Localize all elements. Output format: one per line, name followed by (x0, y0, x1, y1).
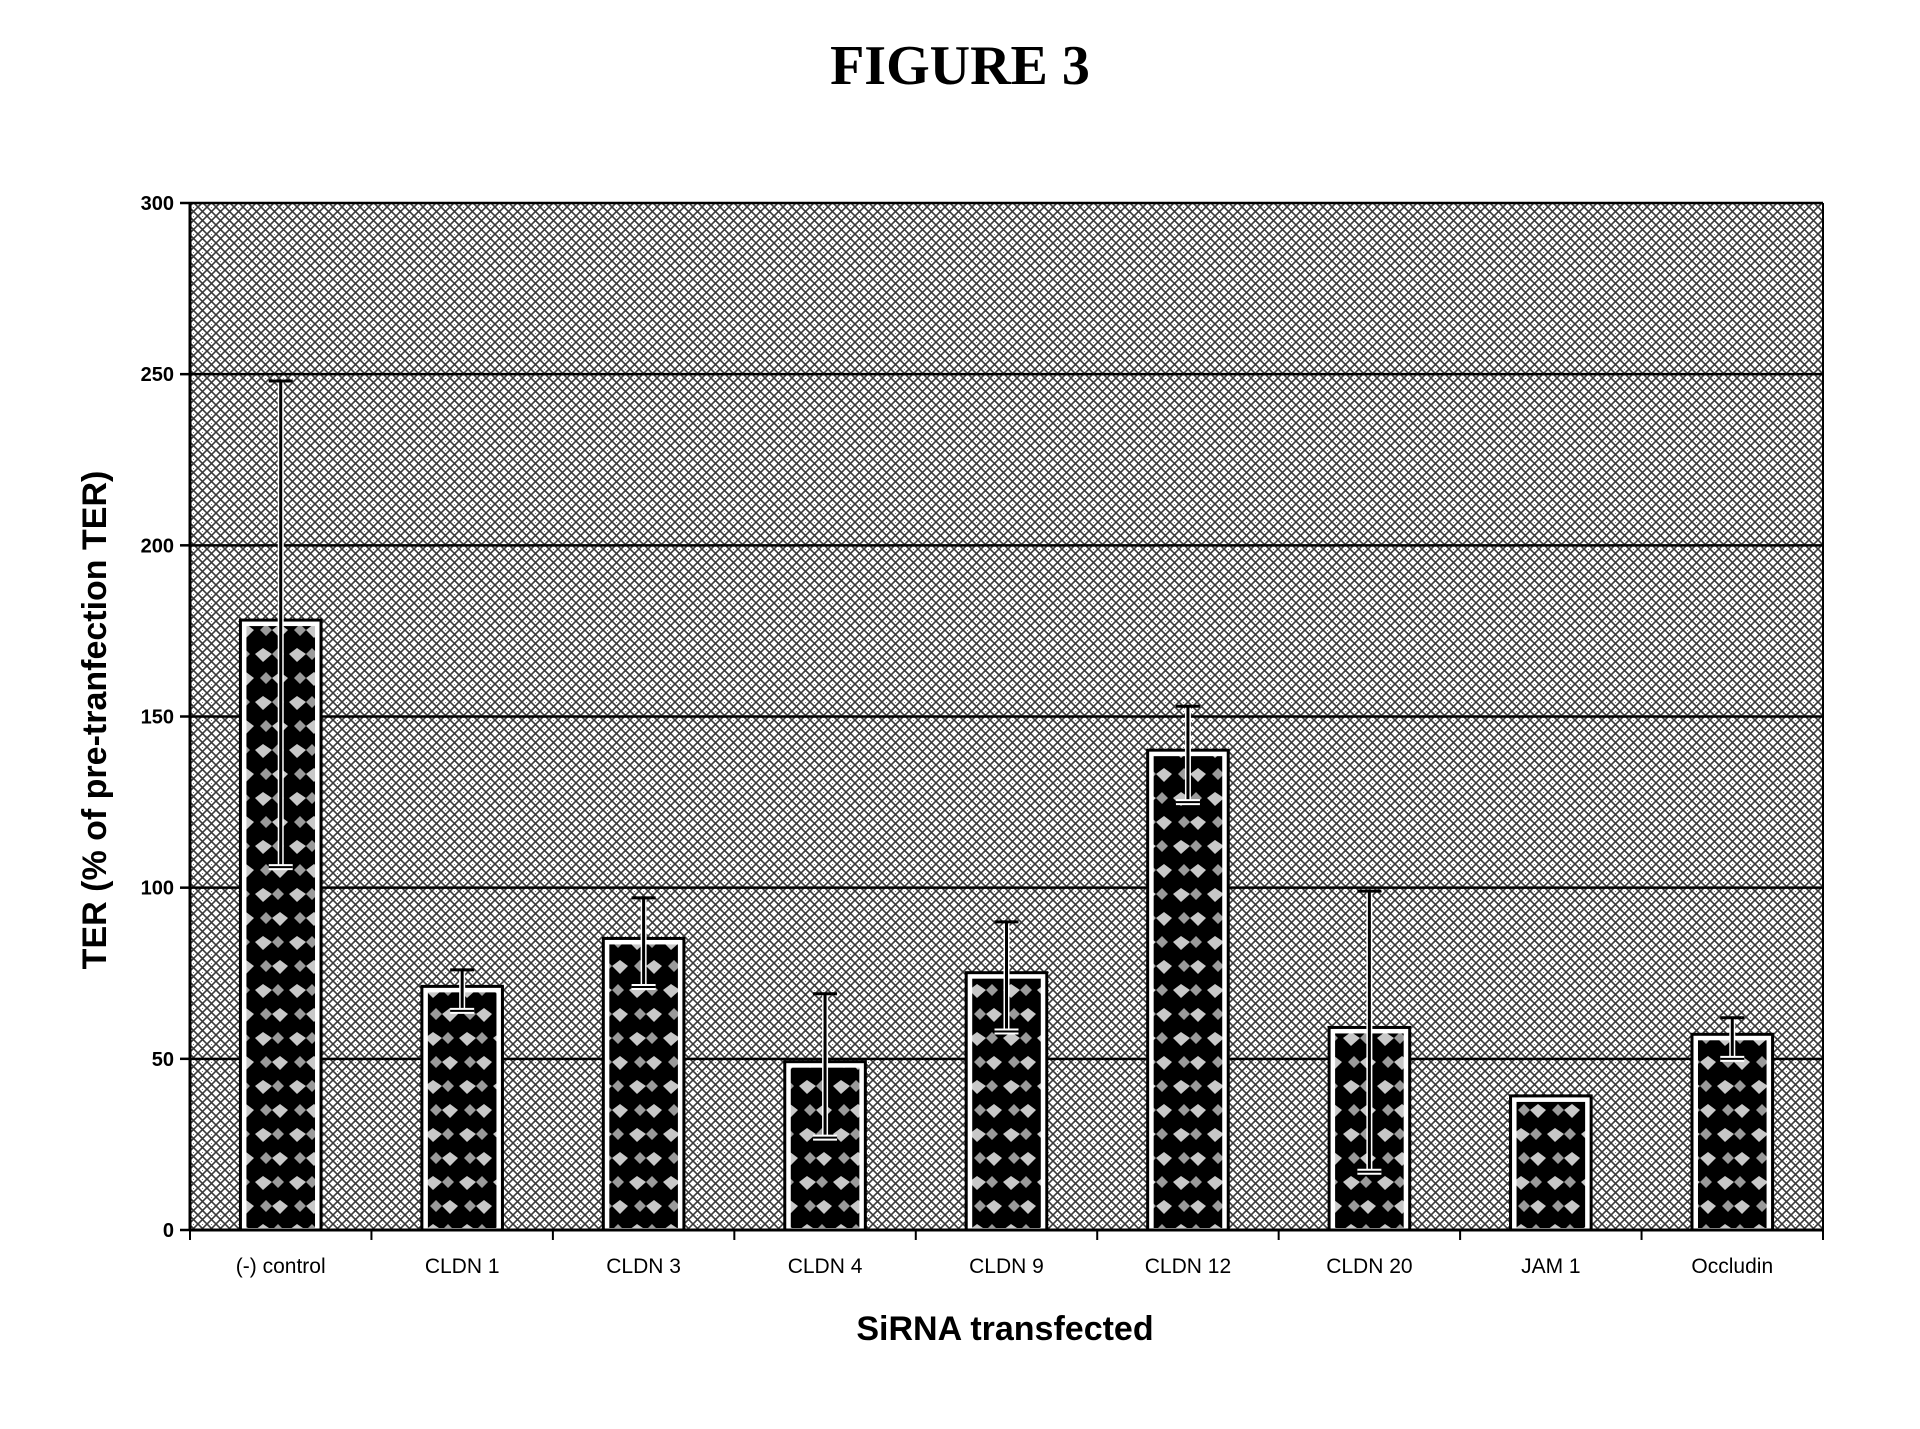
bar (427, 992, 497, 1228)
x-category-label: CLDN 9 (969, 1255, 1044, 1278)
x-category-label: CLDN 4 (788, 1255, 863, 1278)
x-category-label: CLDN 1 (425, 1255, 500, 1278)
y-tick-label: 150 (141, 707, 174, 729)
x-category-label: CLDN 3 (606, 1255, 681, 1278)
x-category-label: JAM 1 (1521, 1255, 1581, 1278)
x-category-label: CLDN 12 (1145, 1255, 1231, 1278)
x-axis-title: SiRNA transfected (856, 1310, 1153, 1348)
bar (1153, 756, 1223, 1228)
bar (1697, 1040, 1767, 1228)
y-tick-label: 50 (152, 1049, 174, 1071)
bar (1516, 1101, 1586, 1228)
y-tick-label: 300 (141, 193, 174, 215)
x-category-label: (-) control (236, 1255, 326, 1278)
y-tick-label: 100 (141, 878, 174, 900)
bar-chart: 0 50 100 150 200 250 300 (-) control CLDN 1 CLDN … (76, 193, 1824, 1348)
y-tick-label: 250 (141, 364, 174, 386)
y-tick-label: 0 (163, 1220, 174, 1242)
y-tick-label: 200 (141, 535, 174, 557)
x-category-label: CLDN 20 (1326, 1255, 1412, 1278)
y-axis-title: TER (% of pre-tranfection TER) (76, 471, 114, 970)
x-category-label: Occludin (1691, 1255, 1773, 1278)
